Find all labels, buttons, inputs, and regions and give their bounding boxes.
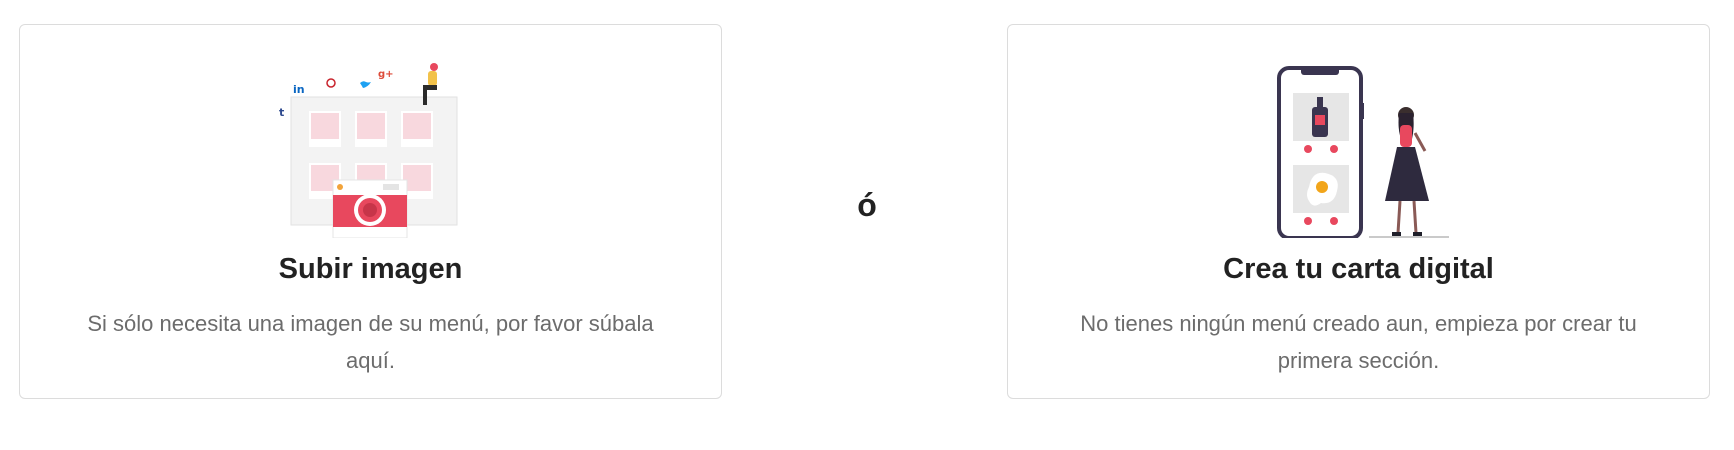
- google-plus-icon: g+: [378, 69, 394, 80]
- upload-image-card[interactable]: t in g+ Subir imagen Si sólo necesita un: [19, 24, 722, 399]
- twitter-icon: [359, 81, 371, 88]
- digital-menu-card[interactable]: Crea tu carta digital No tienes ningún m…: [1007, 24, 1710, 399]
- linkedin-icon: in: [293, 83, 305, 96]
- phone-menu-illustration: [1276, 66, 1449, 238]
- page: t in g+ Subir imagen Si sólo necesita un: [0, 0, 1734, 450]
- digital-menu-title: Crea tu carta digital: [1223, 253, 1494, 285]
- tumblr-icon: t: [279, 106, 284, 119]
- separator-label: ó: [857, 187, 877, 223]
- camera-icon: [332, 179, 407, 238]
- pinterest-icon: [325, 78, 336, 88]
- upload-image-illustration: t in g+: [279, 63, 457, 238]
- upload-image-title: Subir imagen: [278, 253, 463, 285]
- digital-menu-description: No tienes ningún menú creado aun, empiez…: [1080, 311, 1637, 373]
- upload-image-description: Si sólo necesita una imagen de su menú, …: [87, 311, 654, 373]
